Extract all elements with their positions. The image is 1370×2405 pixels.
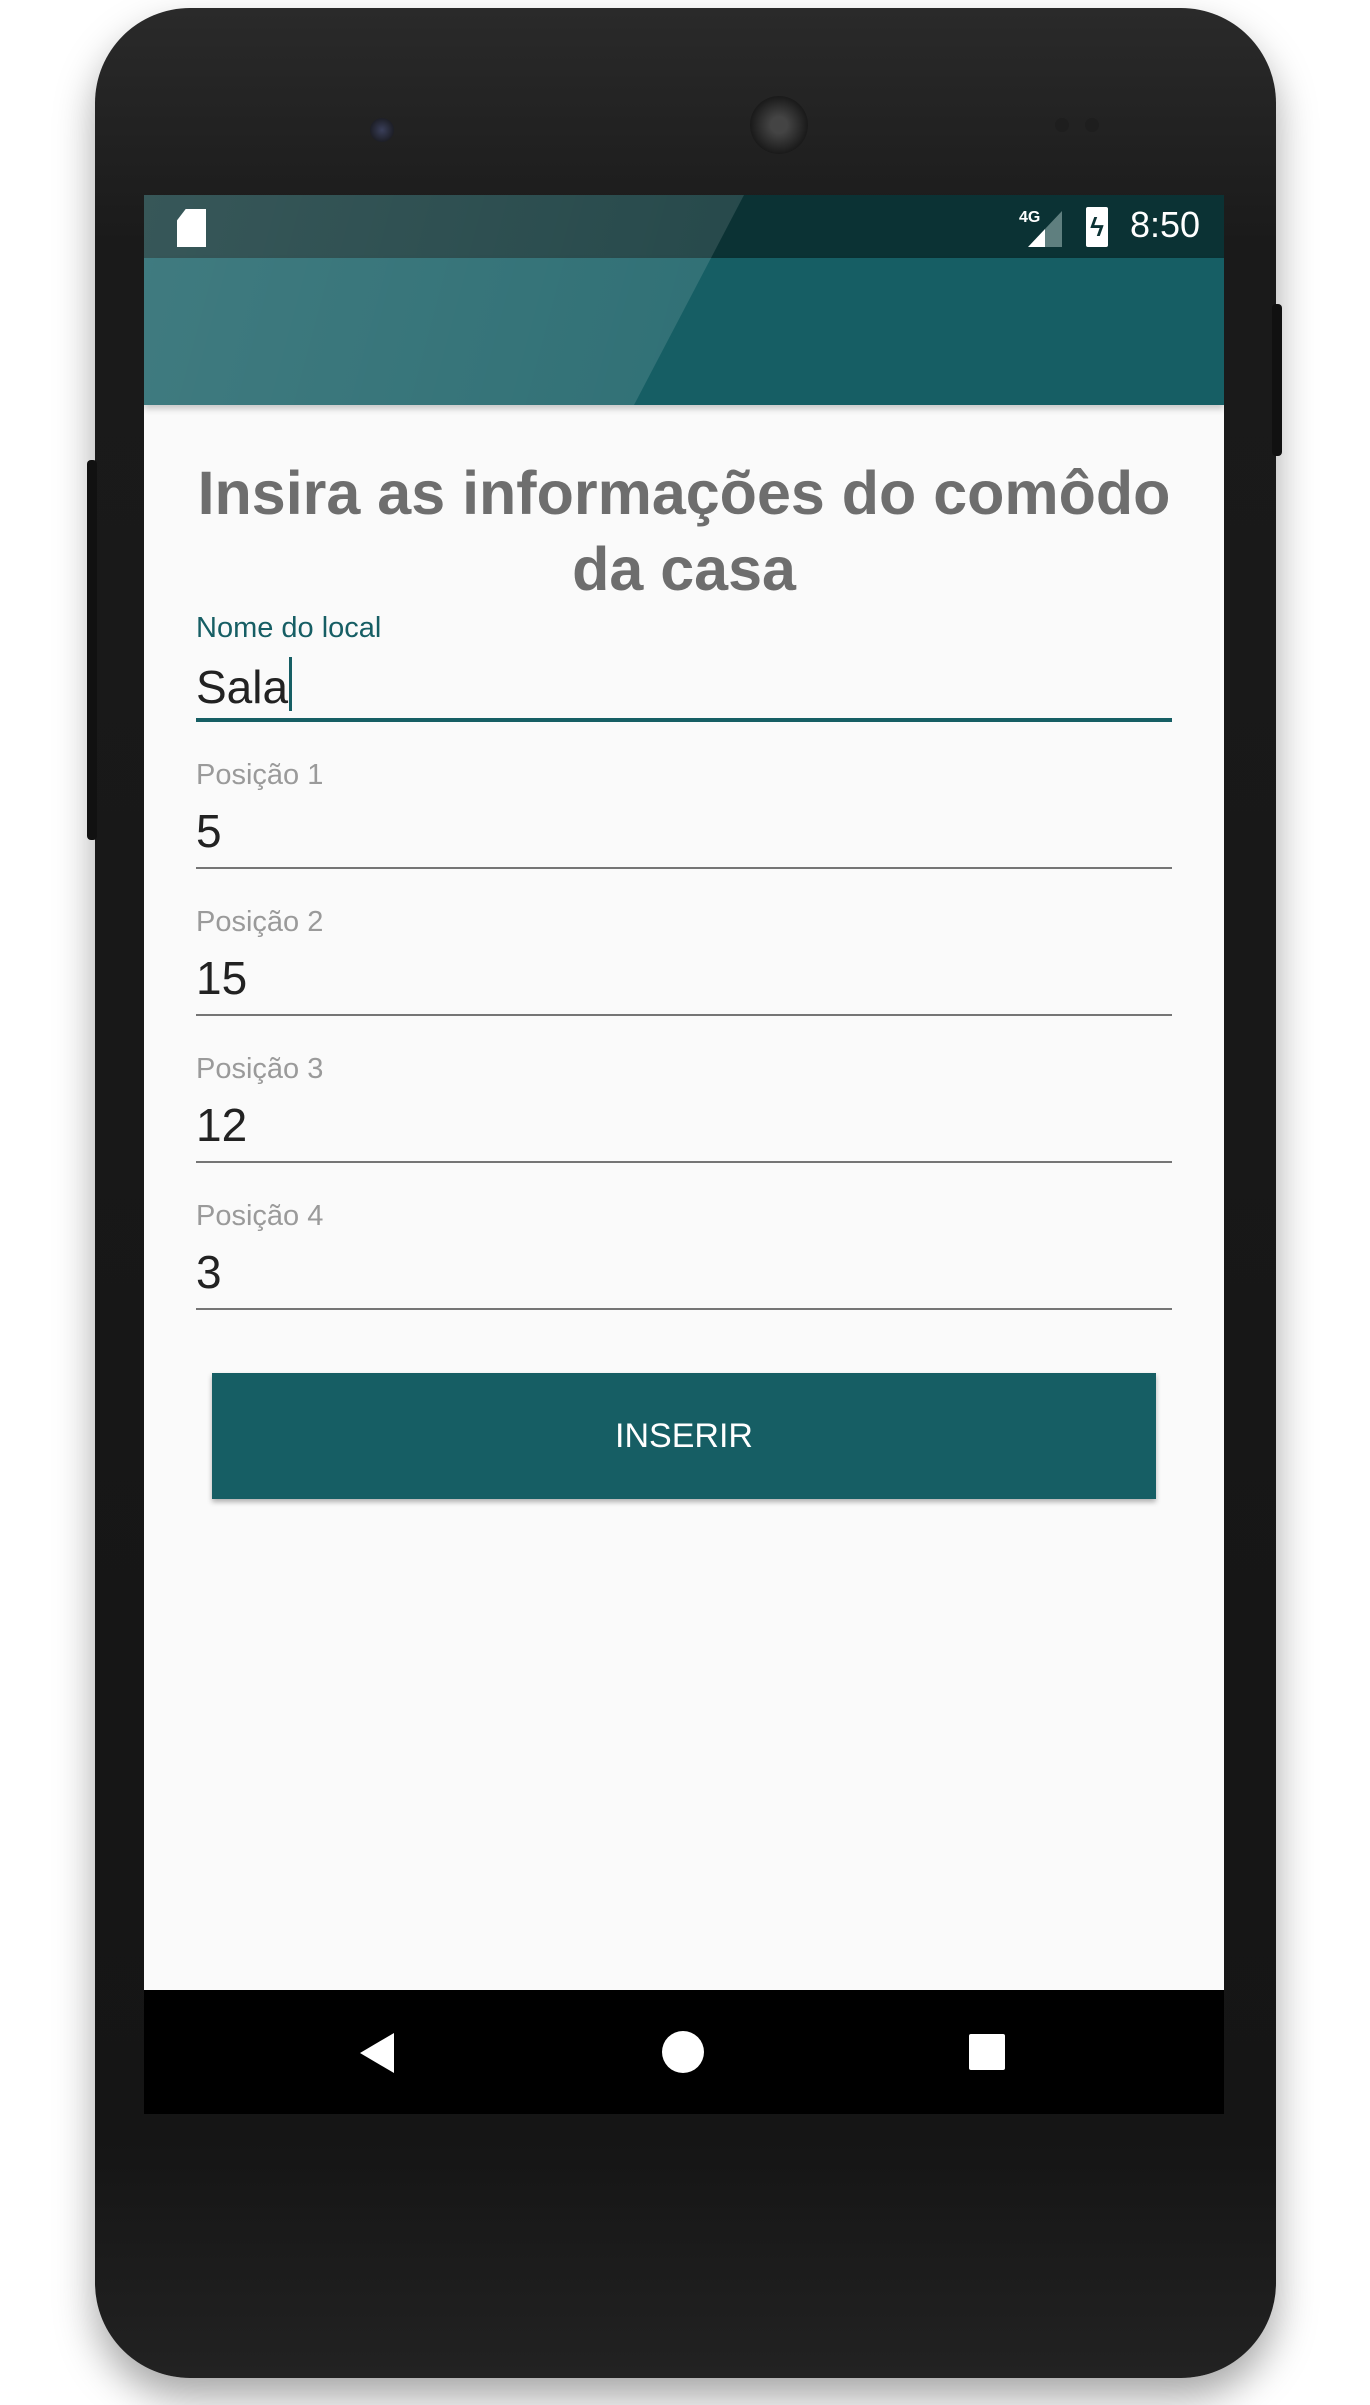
field-label: Posição 3 (196, 1053, 324, 1085)
earpiece-speaker (750, 96, 808, 154)
field-input[interactable]: Sala (196, 657, 293, 714)
field-label: Posição 4 (196, 1200, 324, 1232)
field-underline (196, 1308, 1172, 1310)
light-sensor (1085, 118, 1099, 132)
screen: 4G ϟ 8:50 Insira as informações do comôd… (144, 195, 1224, 2114)
field-input[interactable]: 12 (196, 1098, 247, 1152)
network-type: 4G (1019, 209, 1041, 226)
status-bar: 4G ϟ 8:50 (144, 195, 1224, 258)
page-title: Insira as informações do comôdo da casa (197, 459, 1171, 603)
field-underline (196, 1014, 1172, 1016)
field-input[interactable]: 3 (196, 1245, 222, 1299)
recent-apps-icon[interactable] (969, 2034, 1005, 2070)
battery-charging-icon: ϟ (1086, 207, 1108, 247)
power-button (1272, 304, 1282, 456)
navigation-bar (144, 1990, 1224, 2114)
field-underline (196, 1161, 1172, 1163)
insert-button[interactable]: INSERIR (212, 1373, 1156, 1499)
clock: 8:50 (1130, 204, 1201, 245)
field-underline (196, 867, 1172, 869)
field-value: Sala (196, 661, 289, 713)
field-label: Posição 2 (196, 906, 324, 938)
home-icon[interactable] (662, 2031, 704, 2073)
front-camera (370, 118, 394, 142)
text-cursor (289, 657, 293, 711)
back-icon[interactable] (360, 2033, 394, 2073)
field-input[interactable]: 15 (196, 951, 247, 1005)
proximity-sensor (1055, 118, 1069, 132)
volume-button (87, 460, 97, 840)
field-label: Nome do local (196, 612, 382, 644)
app-bar (144, 258, 1224, 405)
field-underline (196, 718, 1172, 722)
sd-card-icon (177, 209, 206, 247)
field-input[interactable]: 5 (196, 804, 222, 858)
field-label: Posição 1 (196, 759, 324, 791)
